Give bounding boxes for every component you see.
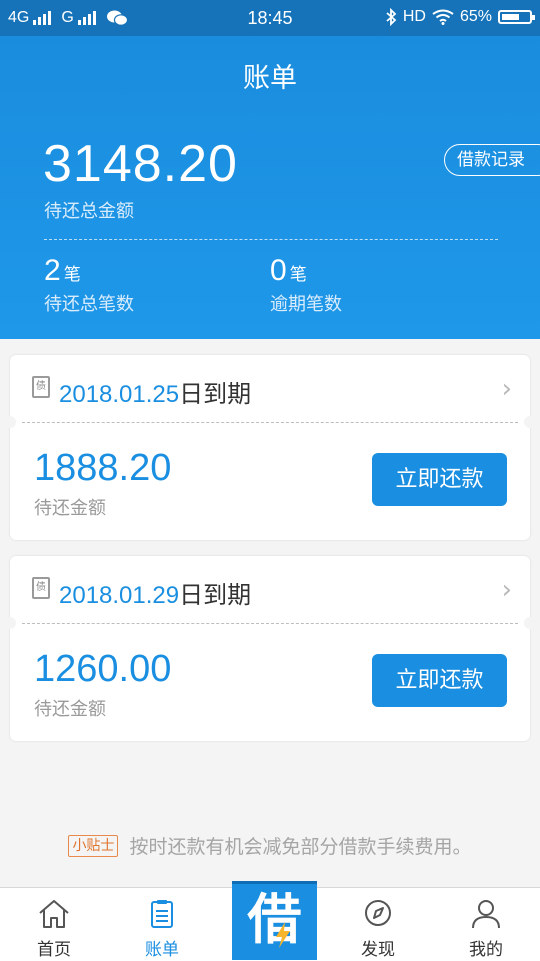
bill-amount-label: 待还金额: [34, 498, 106, 519]
tab-bills[interactable]: 账单: [108, 888, 216, 961]
pending-count-stat: 2笔 待还总笔数: [44, 254, 134, 316]
card-notch: [524, 416, 536, 428]
card-notch: [4, 617, 16, 629]
bill-amount: 1260.00: [34, 648, 172, 690]
overdue-unit: 笔: [289, 265, 307, 285]
bill-icon: 债: [32, 376, 50, 398]
overdue-count: 0: [270, 254, 287, 287]
pay-now-button[interactable]: 立即还款: [372, 654, 507, 707]
bill-amount: 1888.20: [34, 447, 172, 489]
tab-discover[interactable]: 发现: [324, 888, 432, 961]
pay-now-button[interactable]: 立即还款: [372, 453, 507, 506]
hd-label: HD: [402, 8, 426, 25]
overdue-count-stat: 0笔 逾期笔数: [270, 254, 342, 316]
bill-card: 债 2018.01.25日到期 › 1888.20 待还金额 立即还款: [4, 355, 536, 540]
pending-count-label: 待还总笔数: [44, 294, 134, 315]
tip-banner: 小贴士 按时还款有机会减免部分借款手续费用。: [0, 832, 540, 859]
card-separator: [22, 422, 518, 423]
bill-amount-label: 待还金额: [34, 699, 106, 720]
battery-icon: [498, 10, 535, 24]
tab-home[interactable]: 首页: [0, 888, 108, 961]
bluetooth-icon: [386, 8, 397, 26]
card-notch: [524, 617, 536, 629]
tip-tag: 小贴士: [68, 834, 119, 857]
chevron-right-icon[interactable]: ›: [502, 575, 512, 605]
pending-unit: 笔: [63, 265, 81, 285]
overdue-count-label: 逾期笔数: [270, 294, 342, 315]
status-right: HD 65%: [385, 8, 535, 26]
compass-icon: [365, 900, 391, 926]
home-icon: [39, 900, 69, 928]
total-amount: 3148.20: [43, 135, 238, 193]
borrow-center-button[interactable]: 借: [232, 881, 317, 960]
loan-records-button[interactable]: 借款记录: [444, 144, 540, 176]
total-amount-label: 待还总金额: [44, 201, 134, 222]
tab-discover-label: 发现: [361, 940, 395, 960]
bill-header[interactable]: 债 2018.01.25日到期 ›: [10, 355, 530, 422]
bill-card: 债 2018.01.29日到期 › 1260.00 待还金额 立即还款: [4, 556, 536, 741]
pending-count: 2: [44, 254, 61, 287]
tab-home-label: 首页: [37, 940, 71, 960]
bill-icon: 债: [32, 577, 50, 599]
bill-due-date: 2018.01.25日到期: [59, 380, 252, 408]
bill-due-date: 2018.01.29日到期: [59, 581, 252, 609]
tab-mine[interactable]: 我的: [432, 888, 540, 961]
bill-header[interactable]: 债 2018.01.29日到期 ›: [10, 556, 530, 623]
header-divider: [44, 239, 498, 240]
battery-percent: 65%: [459, 8, 492, 25]
user-icon: [472, 900, 500, 929]
tab-mine-label: 我的: [469, 940, 503, 960]
tab-bills-label: 账单: [145, 940, 179, 960]
bolt-icon: [276, 922, 290, 948]
wifi-icon: [432, 9, 454, 25]
bill-list-icon: [151, 900, 173, 928]
status-bar: 4G G 18:45 HD 65%: [0, 0, 540, 36]
chevron-right-icon[interactable]: ›: [502, 374, 512, 404]
card-notch: [4, 416, 16, 428]
card-separator: [22, 623, 518, 624]
page-title: 账单: [243, 63, 297, 94]
tip-text: 按时还款有机会减免部分借款手续费用。: [129, 836, 472, 858]
